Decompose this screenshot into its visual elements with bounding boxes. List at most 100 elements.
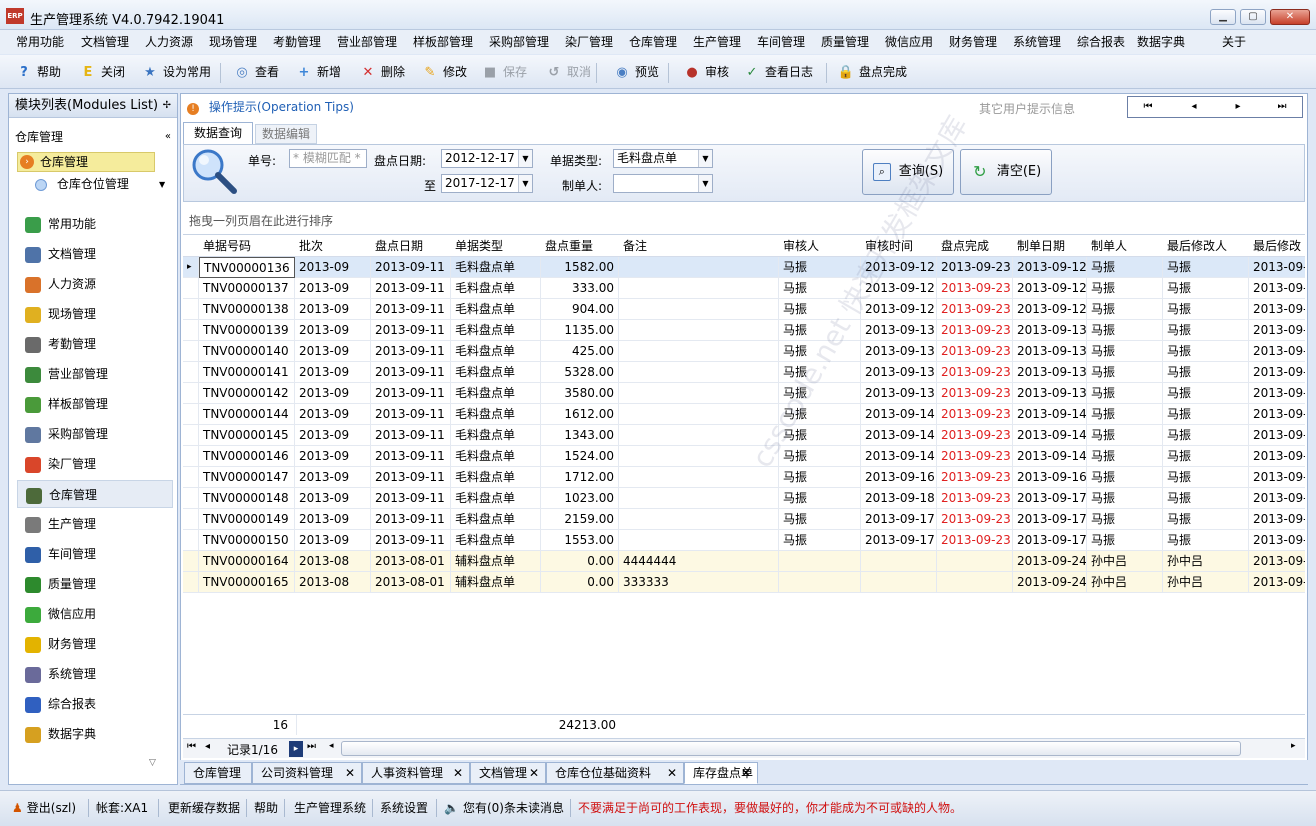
table-cell[interactable] [619, 341, 779, 362]
system-settings-button[interactable]: 系统设置 [380, 797, 428, 819]
table-cell[interactable]: 2013-09- [1249, 572, 1305, 593]
table-cell[interactable]: 孙中吕 [1087, 551, 1163, 572]
table-cell[interactable]: 马振 [1087, 446, 1163, 467]
table-cell[interactable]: 毛料盘点单 [451, 404, 541, 425]
sidebar-item-10[interactable]: 仓库管理 [17, 480, 173, 508]
table-cell[interactable]: 2013-09-23 [937, 383, 1013, 404]
table-cell[interactable]: 毛料盘点单 [451, 362, 541, 383]
table-cell[interactable]: 马振 [1163, 467, 1249, 488]
table-cell[interactable]: 马振 [779, 509, 861, 530]
pager-first-icon[interactable]: ⏮ [187, 741, 196, 752]
table-cell[interactable]: 毛料盘点单 [451, 299, 541, 320]
table-cell[interactable]: 0.00 [541, 551, 619, 572]
table-cell[interactable]: TNV00000147 [199, 467, 295, 488]
scroll-left-icon[interactable]: ◂ [329, 741, 334, 751]
column-header[interactable]: 单据号码 [199, 235, 295, 257]
table-cell[interactable] [619, 467, 779, 488]
menu-8[interactable]: 采购部管理 [489, 30, 549, 54]
table-cell[interactable]: 2013-09-14 [861, 446, 937, 467]
table-cell[interactable]: 1343.00 [541, 425, 619, 446]
table-cell[interactable] [619, 404, 779, 425]
table-cell[interactable]: 毛料盘点单 [451, 509, 541, 530]
menu-14[interactable]: 微信应用 [885, 30, 933, 54]
dropdown-arrow-icon[interactable]: ▼ [518, 150, 532, 167]
dropdown-arrow-icon[interactable]: ▼ [698, 150, 712, 167]
table-cell[interactable]: 1135.00 [541, 320, 619, 341]
menu-3[interactable]: 人力资源 [145, 30, 193, 54]
close-tab-icon[interactable]: ✕ [345, 763, 355, 783]
table-cell[interactable] [937, 551, 1013, 572]
table-cell[interactable]: 2013-09-23 [937, 320, 1013, 341]
menu-19[interactable]: 关于 [1222, 30, 1246, 54]
table-cell[interactable]: 2013-09- [1249, 278, 1305, 299]
table-cell[interactable] [619, 383, 779, 404]
table-cell[interactable]: 毛料盘点单 [451, 488, 541, 509]
column-header[interactable]: 审核人 [779, 235, 861, 257]
table-cell[interactable] [619, 530, 779, 551]
menu-16[interactable]: 系统管理 [1013, 30, 1061, 54]
table-cell[interactable]: 孙中吕 [1163, 572, 1249, 593]
table-cell[interactable]: 2013-09-11 [371, 530, 451, 551]
table-cell[interactable]: 2013-09- [1249, 341, 1305, 362]
table-cell[interactable]: 2013-08-01 [371, 551, 451, 572]
table-cell[interactable]: 孙中吕 [1087, 572, 1163, 593]
table-cell[interactable] [619, 362, 779, 383]
menu-1[interactable]: 常用功能 [16, 30, 64, 54]
table-cell[interactable]: 毛料盘点单 [451, 320, 541, 341]
table-cell[interactable]: 2013-09-23 [937, 362, 1013, 383]
table-cell[interactable]: TNV00000150 [199, 530, 295, 551]
column-header[interactable]: 最后修改 [1249, 235, 1305, 257]
table-cell[interactable]: 2013-09- [1249, 530, 1305, 551]
table-cell[interactable]: 马振 [1163, 488, 1249, 509]
table-cell[interactable]: 2013-09 [295, 383, 371, 404]
clear-button[interactable]: ↻ 清空(E) [960, 149, 1052, 195]
table-cell[interactable]: 1553.00 [541, 530, 619, 551]
sidebar-item-3[interactable]: 人力资源 [25, 270, 175, 298]
menu-6[interactable]: 营业部管理 [337, 30, 397, 54]
dropdown-arrow-icon[interactable]: ▼ [698, 175, 712, 192]
table-cell[interactable]: 马振 [1163, 530, 1249, 551]
table-cell[interactable]: 2013-09-18 [861, 488, 937, 509]
maker-select[interactable]: ▼ [613, 174, 713, 193]
table-cell[interactable]: 2013-09-11 [371, 383, 451, 404]
table-cell[interactable]: 1612.00 [541, 404, 619, 425]
table-cell[interactable]: TNV00000136 [199, 257, 295, 278]
table-cell[interactable]: 2013-09-11 [371, 446, 451, 467]
tab-data-edit[interactable]: 数据编辑 [255, 124, 317, 144]
table-cell[interactable]: 毛料盘点单 [451, 278, 541, 299]
doc-tab[interactable]: 文档管理 ✕ [470, 762, 546, 784]
table-row[interactable]: TNV00000139 2013-09 2013-09-11 毛料盘点单 1135.00… [183, 320, 1305, 341]
minimize-button[interactable]: ▁ [1210, 9, 1236, 25]
module-tree-selected[interactable]: › 仓库管理 [17, 152, 155, 172]
table-cell[interactable]: 3580.00 [541, 383, 619, 404]
table-cell[interactable] [619, 488, 779, 509]
table-row[interactable]: TNV00000164 2013-08 2013-08-01 辅料盘点单 0.00 444… [183, 551, 1305, 572]
column-header[interactable]: 盘点日期 [371, 235, 451, 257]
table-cell[interactable]: 2013-09 [295, 341, 371, 362]
table-row[interactable]: TNV00000140 2013-09 2013-09-11 毛料盘点单 425.00 马… [183, 341, 1305, 362]
table-cell[interactable]: 马振 [1087, 530, 1163, 551]
dropdown-arrow-icon[interactable]: ▼ [518, 175, 532, 192]
toolbar-lock-button[interactable]: 🔒 盘点完成 [836, 59, 907, 85]
table-row[interactable]: TNV00000148 2013-09 2013-09-11 毛料盘点单 1023.00… [183, 488, 1305, 509]
operation-tips[interactable]: ! 操作提示(Operation Tips) [187, 98, 354, 115]
sidebar-item-7[interactable]: 样板部管理 [25, 390, 175, 418]
table-cell[interactable]: 2013-09-12 [1013, 299, 1087, 320]
table-cell[interactable]: 2013-08 [295, 551, 371, 572]
column-header[interactable]: 批次 [295, 235, 371, 257]
table-cell[interactable]: 2013-09-12 [1013, 257, 1087, 278]
column-header[interactable]: 单据类型 [451, 235, 541, 257]
table-cell[interactable]: 马振 [1163, 446, 1249, 467]
table-row[interactable]: TNV00000149 2013-09 2013-09-11 毛料盘点单 2159.00… [183, 509, 1305, 530]
table-cell[interactable]: 1712.00 [541, 467, 619, 488]
system-name-text[interactable]: 生产管理系统 [294, 797, 366, 819]
menu-12[interactable]: 车间管理 [757, 30, 805, 54]
logout-button[interactable]: ♟ 登出(szl) [12, 797, 76, 819]
sidebar-item-2[interactable]: 文档管理 [25, 240, 175, 268]
close-tab-icon[interactable]: ✕ [667, 763, 677, 783]
menu-4[interactable]: 现场管理 [209, 30, 257, 54]
collapse-icon[interactable]: « [165, 126, 171, 148]
table-cell[interactable]: 2013-09-14 [1013, 404, 1087, 425]
table-cell[interactable]: 毛料盘点单 [451, 341, 541, 362]
table-cell[interactable]: 马振 [1163, 404, 1249, 425]
